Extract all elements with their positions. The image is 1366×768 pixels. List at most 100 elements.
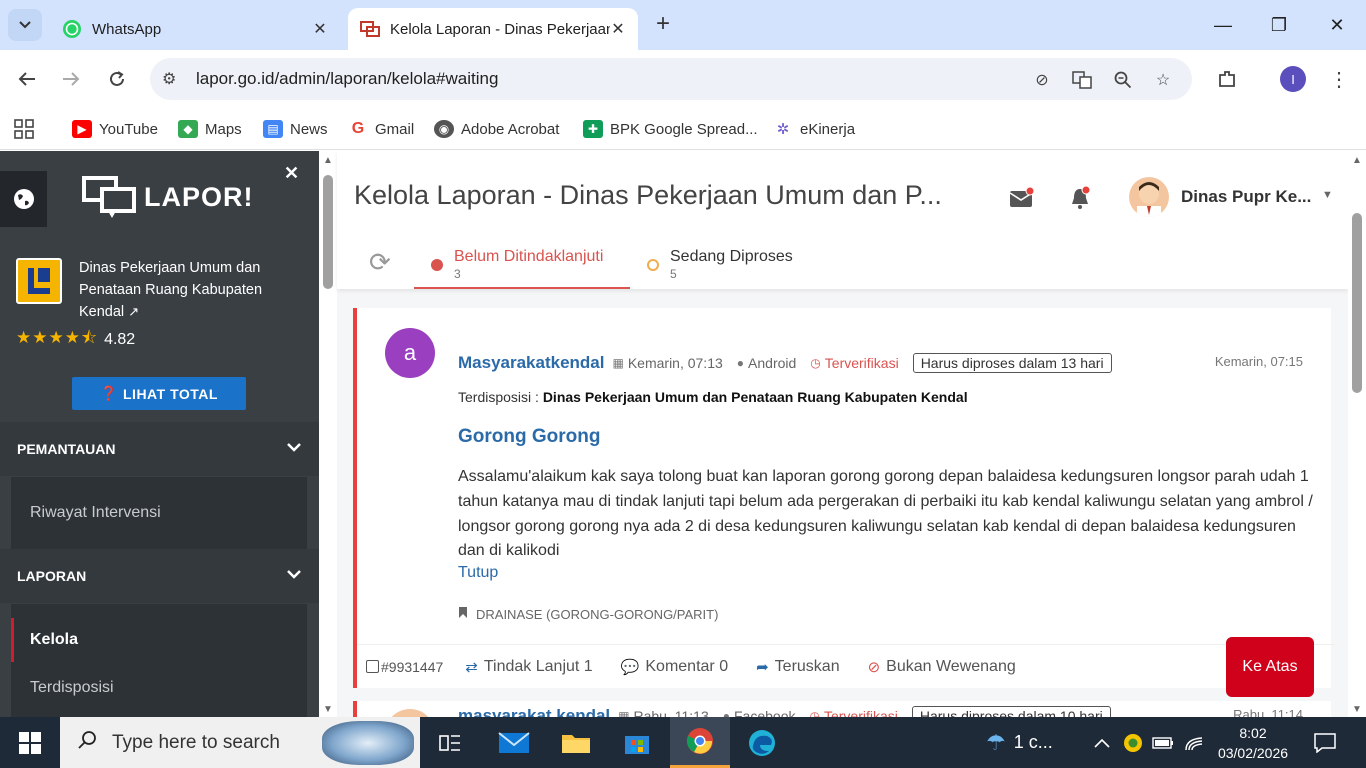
reporter-avatar bbox=[385, 709, 435, 717]
reporter-name[interactable]: masyarakat kendal bbox=[458, 706, 610, 717]
chrome-menu-icon[interactable]: ⋮ bbox=[1324, 64, 1354, 94]
user-avatar[interactable] bbox=[1129, 177, 1169, 217]
close-tab-icon[interactable]: ✕ bbox=[312, 19, 328, 39]
close-tab-icon[interactable]: ✕ bbox=[610, 19, 626, 39]
scroll-down-icon[interactable]: ▼ bbox=[323, 704, 333, 715]
select-checkbox[interactable] bbox=[366, 660, 379, 673]
reporter-avatar: a bbox=[385, 328, 435, 378]
komentar-button[interactable]: 💬 Komentar 0 bbox=[621, 658, 728, 676]
tab-belum-ditindaklanjuti[interactable]: Belum Ditindaklanjuti 3 bbox=[414, 243, 630, 289]
battery-icon[interactable] bbox=[1152, 717, 1174, 768]
section-laporan[interactable]: LAPORAN bbox=[0, 549, 319, 603]
bookmark-bpk-sheets[interactable]: ✚ BPK Google Spread... bbox=[583, 116, 758, 142]
weather-widget[interactable]: ☂ 1 c... bbox=[986, 717, 1053, 768]
date-text: Rabu, 11:13 bbox=[633, 708, 709, 717]
bookmark-gmail[interactable]: G Gmail bbox=[348, 116, 414, 142]
wifi-icon[interactable] bbox=[1184, 717, 1204, 768]
task-view-icon[interactable] bbox=[420, 717, 480, 768]
category-text: DRAINASE (GORONG-GORONG/PARIT) bbox=[476, 606, 719, 622]
forward-button[interactable] bbox=[56, 64, 86, 94]
translate-icon[interactable] bbox=[1070, 68, 1094, 92]
report-title[interactable]: Gorong Gorong bbox=[458, 426, 600, 448]
source-text: Android bbox=[748, 355, 797, 371]
user-name[interactable]: Dinas Pupr Ke... bbox=[1181, 187, 1311, 207]
zoom-icon[interactable] bbox=[1111, 68, 1135, 92]
taskbar-search[interactable]: Type here to search bbox=[60, 717, 420, 768]
microsoft-store-icon[interactable] bbox=[607, 717, 667, 768]
bookmark-news[interactable]: ▤ News bbox=[263, 116, 328, 142]
close-window-button[interactable]: ✕ bbox=[1308, 0, 1366, 50]
sidebar-item-kelola[interactable]: Kelola bbox=[11, 618, 307, 662]
tab-kelola-laporan[interactable]: Kelola Laporan - Dinas Pekerjaan Umum da… bbox=[348, 8, 638, 50]
bookmark-youtube[interactable]: ▶ YouTube bbox=[72, 116, 158, 142]
refresh-icon[interactable]: ⟳ bbox=[369, 247, 391, 278]
chrome-taskbar-icon[interactable] bbox=[670, 717, 730, 768]
sidebar-item-terdisposisi[interactable]: Terdisposisi bbox=[11, 666, 307, 710]
tindak-lanjut-button[interactable]: ⇄ Tindak Lanjut 1 bbox=[465, 658, 592, 676]
bookmark-maps[interactable]: ◆ Maps bbox=[178, 116, 242, 142]
caret-down-icon[interactable]: ▼ bbox=[1322, 189, 1333, 201]
sidebar-item-riwayat-intervensi[interactable]: Riwayat Intervensi bbox=[11, 491, 307, 535]
globe-button[interactable] bbox=[0, 171, 47, 227]
sidebar-scrollbar[interactable]: ▲ ▼ bbox=[319, 151, 337, 717]
report-category[interactable]: DRAINASE (GORONG-GORONG/PARIT) bbox=[458, 606, 718, 622]
edge-icon[interactable] bbox=[732, 717, 792, 768]
back-to-top-button[interactable]: Ke Atas bbox=[1226, 637, 1314, 697]
location-off-icon[interactable]: ⊘ bbox=[1030, 68, 1054, 92]
bookmarks-bar: ▶ YouTube ◆ Maps ▤ News G Gmail ◉ Adobe … bbox=[0, 108, 1366, 150]
calendar-icon: ▦ bbox=[618, 709, 630, 717]
reload-button[interactable] bbox=[102, 64, 132, 94]
extensions-icon[interactable] bbox=[1212, 64, 1242, 94]
profile-avatar[interactable]: I bbox=[1280, 66, 1306, 92]
scroll-up-icon[interactable]: ▲ bbox=[323, 155, 333, 166]
show-hidden-icons[interactable] bbox=[1094, 717, 1110, 768]
tab-whatsapp[interactable]: WhatsApp ✕ bbox=[50, 8, 340, 50]
bookmark-star-icon[interactable]: ☆ bbox=[1151, 68, 1175, 92]
bookmark-label: BPK Google Spread... bbox=[610, 120, 758, 138]
url-text[interactable]: lapor.go.id/admin/laporan/kelola#waiting bbox=[196, 69, 498, 89]
bookmark-acrobat[interactable]: ◉ Adobe Acrobat bbox=[434, 116, 559, 142]
scrollbar-thumb[interactable] bbox=[323, 175, 333, 289]
teruskan-button[interactable]: ➦ Teruskan bbox=[756, 658, 840, 676]
close-sidebar-icon[interactable]: ✕ bbox=[284, 163, 299, 184]
lapor-logo[interactable]: LAPOR! bbox=[82, 175, 254, 219]
section-pemantauan[interactable]: PEMANTAUAN bbox=[0, 422, 319, 476]
scroll-down-icon[interactable]: ▼ bbox=[1352, 704, 1362, 715]
reporter-name[interactable]: Masyarakatkendal bbox=[458, 353, 604, 373]
external-link-icon[interactable]: ↗ bbox=[128, 304, 139, 319]
bukan-wewenang-button[interactable]: ⊘ Bukan Wewenang bbox=[868, 658, 1016, 676]
tab-search-button[interactable] bbox=[8, 9, 42, 41]
mail-app-icon[interactable] bbox=[484, 717, 544, 768]
site-info-icon[interactable]: ⚙ bbox=[162, 69, 176, 89]
chevron-down-icon bbox=[19, 21, 31, 29]
scrollbar-thumb[interactable] bbox=[1352, 213, 1362, 393]
minimize-button[interactable]: — bbox=[1194, 0, 1252, 50]
scroll-up-icon[interactable]: ▲ bbox=[1352, 155, 1362, 166]
agency-name[interactable]: Dinas Pekerjaan Umum dan Penataan Ruang … bbox=[79, 257, 294, 323]
pemantauan-menu: Riwayat Intervensi bbox=[11, 477, 307, 549]
system-clock[interactable]: 8:02 03/02/2026 bbox=[1208, 723, 1298, 763]
tab-sedang-diproses[interactable]: Sedang Diproses 5 bbox=[630, 243, 830, 289]
new-tab-button[interactable]: + bbox=[650, 12, 676, 38]
agency-logo bbox=[16, 258, 62, 304]
mail-icon[interactable] bbox=[1007, 183, 1037, 213]
tab-count: 5 bbox=[670, 267, 677, 281]
bookmark-ekinerja[interactable]: ✲ eKinerja bbox=[773, 116, 855, 142]
start-button[interactable] bbox=[0, 717, 60, 768]
app-tray-icon[interactable] bbox=[1123, 717, 1143, 768]
file-explorer-icon[interactable] bbox=[546, 717, 606, 768]
address-bar[interactable]: ⚙ lapor.go.id/admin/laporan/kelola#waiti… bbox=[150, 58, 1192, 100]
apps-grid-icon[interactable] bbox=[14, 116, 34, 142]
bookmark-label: Adobe Acrobat bbox=[461, 120, 560, 138]
notification-bell-icon[interactable] bbox=[1065, 183, 1095, 213]
notification-center-icon[interactable] bbox=[1314, 717, 1336, 768]
report-meta: Masyarakatkendal ▦ Kemarin, 07:13 ● Androi… bbox=[458, 353, 1112, 373]
collapse-link[interactable]: Tutup bbox=[458, 564, 498, 582]
lihat-total-button[interactable]: ❓ LIHAT TOTAL bbox=[72, 377, 246, 410]
page-scrollbar[interactable]: ▲ ▼ bbox=[1348, 151, 1366, 717]
report-id: #9931447 bbox=[381, 658, 444, 675]
report-card: a Masyarakatkendal ▦ Kemarin, 07:13 ● Andr… bbox=[353, 308, 1335, 688]
back-button[interactable] bbox=[12, 64, 42, 94]
calendar-icon: ▦ bbox=[612, 356, 624, 370]
restore-button[interactable]: ❐ bbox=[1250, 0, 1308, 50]
